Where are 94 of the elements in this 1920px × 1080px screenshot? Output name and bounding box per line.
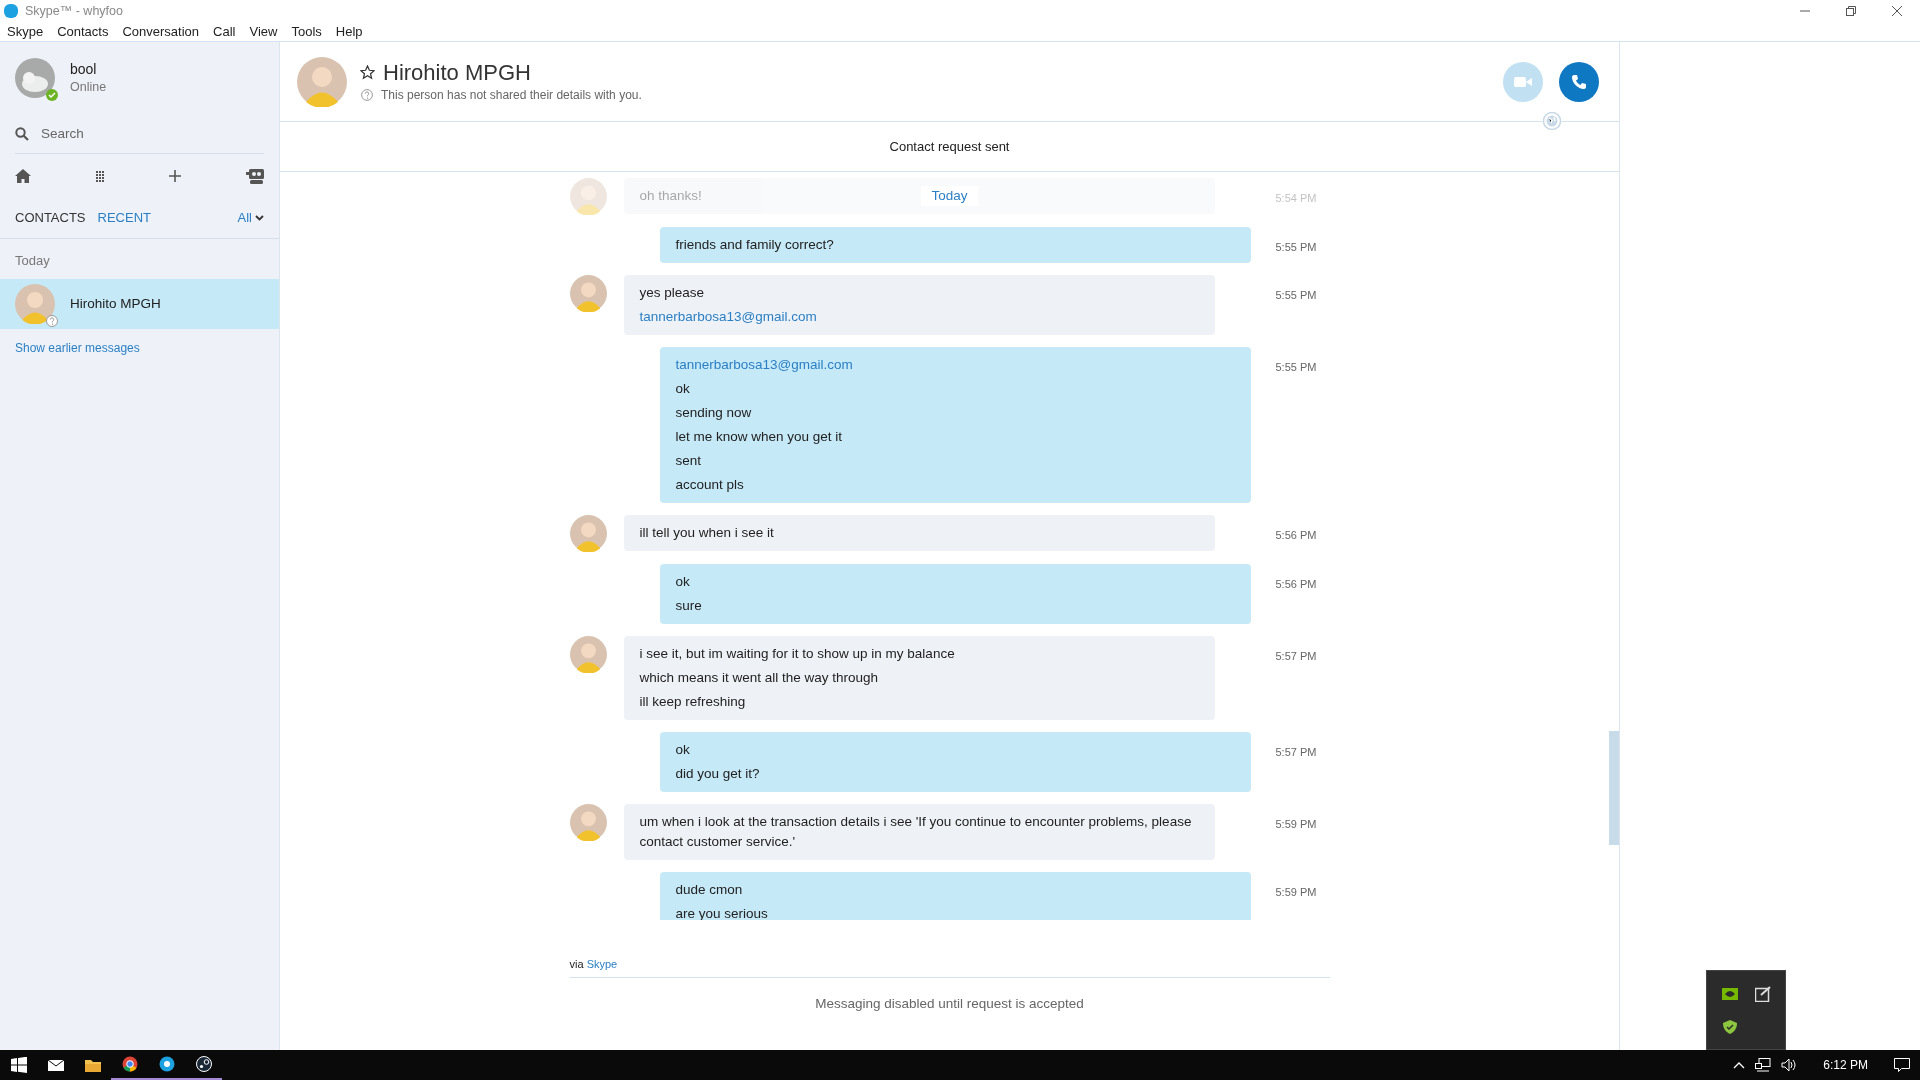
contact-card-icon[interactable] — [246, 168, 264, 184]
message-text: account pls — [675, 477, 744, 492]
message-time: 5:59 PM — [1275, 886, 1317, 898]
message-time: 5:54 PM — [1275, 192, 1317, 204]
menu-item[interactable]: Tools — [284, 21, 329, 42]
message-time: 5:55 PM — [1275, 361, 1317, 373]
menu-item[interactable]: View — [242, 21, 285, 42]
menu-item[interactable]: Help — [328, 21, 370, 42]
message-text: sure — [675, 598, 702, 613]
online-status-icon — [46, 89, 58, 101]
message-time: 5:57 PM — [1275, 746, 1317, 758]
message-text: yes please — [639, 285, 705, 300]
avatar — [569, 636, 607, 673]
network-icon[interactable] — [1755, 1058, 1772, 1072]
star-icon[interactable] — [360, 65, 375, 80]
message-time: 5:55 PM — [1275, 241, 1317, 253]
menu-item[interactable]: Contacts — [50, 21, 116, 42]
message-text: um when i look at the transaction details i see 'If you continue to encounter problems, please contact customer service.' — [639, 814, 1192, 849]
contact-name: Hirohito MPGH — [383, 59, 531, 86]
start-icon[interactable] — [10, 1057, 27, 1073]
restore-icon[interactable] — [1846, 6, 1856, 16]
section-heading: Today — [14, 251, 51, 270]
menu-item[interactable]: Call — [206, 21, 243, 42]
via-label: via — [569, 958, 584, 970]
message-text: ill tell you when i see it — [639, 525, 774, 540]
message-time: 5:57 PM — [1275, 650, 1317, 662]
message-text: ok — [675, 742, 690, 757]
email-link[interactable]: tannerbarbosa13@gmail.com — [639, 309, 817, 324]
graphics-app-icon[interactable] — [1721, 988, 1738, 1000]
tab[interactable]: CONTACTS — [15, 208, 86, 228]
capture-app-icon[interactable] — [1754, 986, 1771, 1002]
avatar — [569, 804, 607, 841]
avatar — [15, 283, 55, 324]
message-text: dude cmon — [675, 882, 743, 897]
avatar — [569, 515, 607, 552]
avatar — [297, 56, 347, 107]
app-logo-icon — [3, 3, 19, 19]
close-icon[interactable] — [1892, 6, 1902, 16]
tab[interactable]: RECENT — [97, 208, 151, 228]
message-text: ill keep refreshing — [639, 694, 746, 709]
profile-name: bool — [70, 59, 98, 78]
message-text: i see it, but im waiting for it to show up in my balance — [639, 646, 955, 661]
message-text: are you serious — [675, 906, 768, 920]
unknown-status-icon — [46, 314, 58, 327]
message-text: let me know when you get it — [675, 429, 843, 444]
scrollbar-thumb[interactable] — [1609, 731, 1619, 845]
message-text: friends and family correct? — [675, 237, 834, 252]
message-time: 5:59 PM — [1275, 818, 1317, 830]
message-text: did you get it? — [675, 766, 760, 781]
globe-icon — [1543, 112, 1561, 130]
notifications-icon[interactable] — [1894, 1058, 1910, 1072]
volume-icon[interactable] — [1781, 1058, 1798, 1072]
clock[interactable]: 6:12 PM — [1823, 1056, 1868, 1074]
show-earlier-link[interactable]: Show earlier messages — [0, 328, 279, 367]
message-text: ok — [675, 381, 690, 396]
video-camera-icon — [1514, 75, 1532, 88]
message-time: 5:55 PM — [1275, 289, 1317, 301]
menu-item[interactable]: Skype — [0, 21, 51, 42]
message-text: which means it went all the way through — [639, 670, 879, 685]
browser-icon[interactable] — [121, 1056, 138, 1072]
message-text: sent — [675, 453, 702, 468]
details-notice: This person has not shared their details with you. — [381, 86, 642, 104]
message-time: 5:56 PM — [1275, 529, 1317, 541]
avatar — [569, 178, 607, 215]
shield-app-icon[interactable] — [1722, 1020, 1737, 1034]
date-label: Today — [921, 186, 978, 207]
dialpad-icon[interactable] — [96, 170, 104, 182]
avatar — [569, 275, 607, 312]
recent-contact-item[interactable]: Hirohito MPGH — [0, 278, 279, 329]
plus-icon[interactable] — [169, 170, 181, 183]
skype-link[interactable]: Skype — [586, 958, 618, 970]
search-icon — [15, 127, 29, 142]
contact-name: Hirohito MPGH — [70, 294, 161, 313]
mail-icon[interactable] — [47, 1057, 64, 1073]
filter-dropdown[interactable]: All — [237, 208, 264, 228]
folder-icon[interactable] — [84, 1057, 101, 1073]
message-text: ok — [675, 574, 690, 589]
profile-status: Online — [70, 78, 107, 96]
phone-icon — [1571, 73, 1587, 90]
request-status: Contact request sent — [889, 137, 1010, 156]
help-icon — [361, 88, 373, 101]
menu-item[interactable]: Conversation — [115, 21, 207, 42]
message-text: sending now — [675, 405, 752, 420]
game-app-icon[interactable] — [195, 1056, 212, 1072]
home-icon[interactable] — [15, 169, 31, 184]
message-time: 5:56 PM — [1275, 578, 1317, 590]
chat-app-icon[interactable] — [158, 1056, 175, 1072]
window-title: Skype™ - whyfoo — [25, 2, 123, 20]
messaging-disabled-notice: Messaging disabled until request is accepted — [815, 995, 1084, 1011]
call-button[interactable] — [1559, 61, 1599, 102]
chevron-up-icon[interactable] — [1733, 1061, 1746, 1069]
chevron-down-icon — [255, 215, 264, 221]
message-text: oh thanks! — [639, 188, 702, 203]
search-field[interactable]: Search — [41, 124, 241, 145]
